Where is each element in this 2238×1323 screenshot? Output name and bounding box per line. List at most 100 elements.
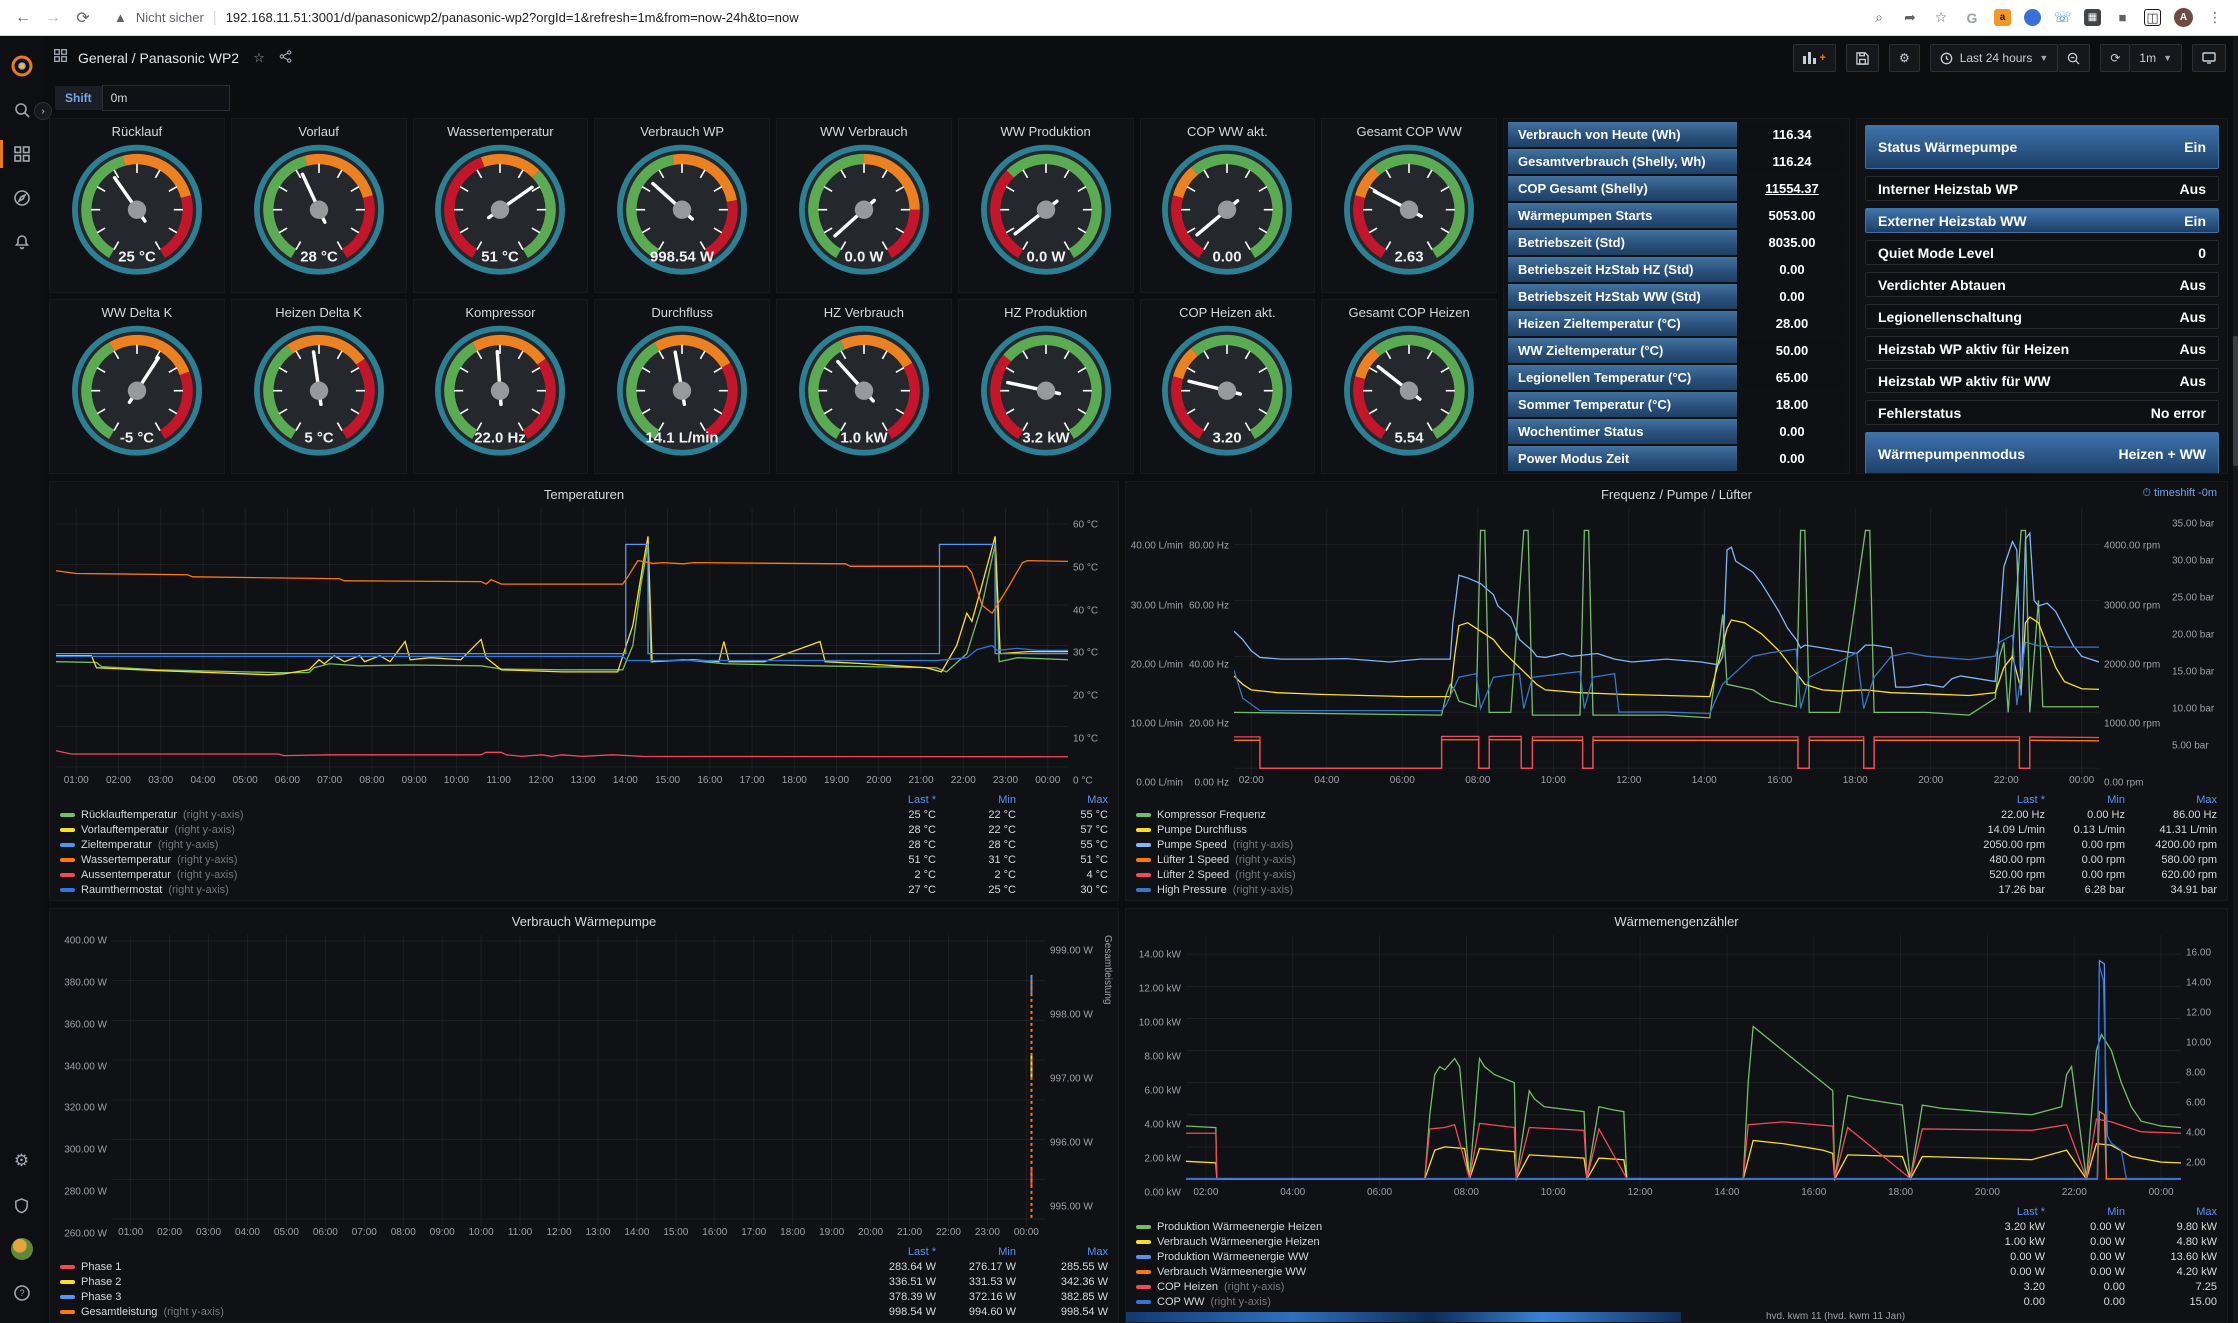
sidebar-expand-arrow[interactable]: › [34,102,52,120]
legend-series-name[interactable]: High Pressure (right y-axis) [1136,884,1933,896]
gauge-title[interactable]: HZ Produktion [1004,305,1087,320]
gauge-title[interactable]: Gesamt COP Heizen [1349,305,1470,320]
legend-series-name[interactable]: Lüfter 1 Speed (right y-axis) [1136,854,1933,866]
legend-series-name[interactable]: Lüfter 2 Speed (right y-axis) [1136,869,1933,881]
stat-value[interactable]: 11554.37 [1739,176,1845,201]
panel-title[interactable]: Frequenz / Pumpe / Lüfter [1601,487,1752,502]
time-range-picker[interactable]: Last 24 hours ▼ [1930,44,2059,72]
search-page-icon[interactable]: ⌕ [1870,9,1888,27]
address-bar[interactable]: ▲ Nicht sicher | 192.168.11.51:3001/d/pa… [100,4,1866,32]
gauge-title[interactable]: WW Produktion [1000,124,1090,139]
panel-title[interactable]: Wärmemengenzähler [1614,914,1738,929]
blue-extension-icon[interactable] [2024,9,2041,26]
chart-canvas[interactable] [56,508,1068,775]
legend-series-name[interactable]: Phase 1 [60,1261,824,1273]
legend-series-name[interactable]: Raumthermostat (right y-axis) [60,884,824,896]
back-button[interactable]: ← [10,5,36,31]
zoom-out-time-button[interactable] [2058,44,2090,72]
refresh-interval-dropdown[interactable]: 1m ▼ [2130,44,2182,72]
save-dashboard-button[interactable] [1846,44,1879,72]
legend-series-name[interactable]: Wassertemperatur (right y-axis) [60,854,824,866]
sidebar-user-avatar[interactable] [0,1227,43,1271]
favorite-star-icon[interactable]: ☆ [253,50,265,66]
legend-series-name[interactable]: Kompressor Frequenz [1136,809,1933,821]
sidebar-item-help[interactable]: ? [0,1271,43,1315]
share-dashboard-icon[interactable] [279,50,292,66]
legend-header-cell[interactable]: Max [1016,794,1108,806]
legend-series-name[interactable]: Verbrauch Wärmeenergie WW [1136,1266,1933,1278]
dashboard-settings-button[interactable]: ⚙ [1889,44,1920,72]
google-extension-icon[interactable]: G [1963,9,1981,27]
chart-canvas[interactable] [112,935,1045,1227]
gauge-title[interactable]: COP WW akt. [1187,124,1268,139]
legend-series-name[interactable]: Pumpe Speed (right y-axis) [1136,839,1933,851]
legend-header-cell[interactable]: Min [936,794,1016,806]
legend-series-name[interactable]: Produktion Wärmeenergie WW [1136,1251,1933,1263]
qr-extension-icon[interactable]: ▦ [2084,9,2101,26]
breadcrumb[interactable]: General / Panasonic WP2 [78,50,239,66]
chart-canvas[interactable] [1186,935,2181,1187]
browser-profile-avatar[interactable]: A [2174,8,2193,27]
gauge-title[interactable]: COP Heizen akt. [1179,305,1276,320]
legend-header-cell[interactable]: Min [2045,1206,2125,1218]
legend-series-name[interactable]: Zieltemperatur (right y-axis) [60,839,824,851]
legend-series-name[interactable]: COP WW (right y-axis) [1136,1296,1933,1308]
legend-header-cell[interactable]: Last * [824,1246,936,1258]
legend-series-name[interactable]: Produktion Wärmeenergie Heizen [1136,1221,1933,1233]
gauge-title[interactable]: Gesamt COP WW [1357,124,1462,139]
add-panel-button[interactable]: + [1793,44,1836,72]
panel-title[interactable]: Verbrauch Wärmepumpe [512,914,657,929]
extensions-puzzle-icon[interactable]: ■ [2114,9,2131,26]
legend-header-cell[interactable]: Max [1016,1246,1108,1258]
legend-series-name[interactable]: Phase 2 [60,1276,824,1288]
sidebar-item-configuration[interactable]: ⚙ [0,1139,43,1183]
gauge-title[interactable]: Durchfluss [651,305,712,320]
url-text[interactable]: 192.168.11.51:3001/d/panasonicwp2/panaso… [226,10,799,25]
gauge-title[interactable]: Rücklauf [112,124,163,139]
legend-series-name[interactable]: COP Heizen (right y-axis) [1136,1281,1933,1293]
sidebar-item-explore[interactable] [0,176,43,220]
amazon-extension-icon[interactable]: a [1994,9,2011,26]
legend-header-cell[interactable]: Last * [1933,794,2045,806]
reload-button[interactable]: ⟳ [70,5,96,31]
legend-series-name[interactable]: Vorlauftemperatur (right y-axis) [60,824,824,836]
phone-extension-icon[interactable]: ☏ [2054,9,2071,26]
gauge-title[interactable]: WW Verbrauch [820,124,907,139]
page-scrollbar-thumb[interactable] [2233,336,2238,466]
panel-title[interactable]: Temperaturen [544,487,624,502]
gauge-title[interactable]: Kompressor [465,305,535,320]
gauge-title[interactable]: Verbrauch WP [640,124,724,139]
legend-header-cell[interactable]: Last * [824,794,936,806]
shift-variable-input[interactable] [102,85,230,111]
bookmark-star-icon[interactable]: ☆ [1932,9,1950,27]
gauge-title[interactable]: Wassertemperatur [447,124,553,139]
gauge-title[interactable]: WW Delta K [101,305,172,320]
sidebar-item-server-admin[interactable] [0,1183,43,1227]
gauge-title[interactable]: HZ Verbrauch [824,305,904,320]
legend-series-name[interactable]: Verbrauch Wärmeenergie Heizen [1136,1236,1933,1248]
legend-header-cell[interactable]: Min [936,1246,1016,1258]
legend-header-cell[interactable]: Min [2045,794,2125,806]
legend-header-cell[interactable]: Max [2125,1206,2217,1218]
sidebar-item-dashboards[interactable] [0,132,43,176]
refresh-button[interactable]: ⟳ [2100,44,2130,72]
share-page-icon[interactable]: ➦ [1901,9,1919,27]
legend-series-name[interactable]: Gesamtleistung (right y-axis) [60,1306,824,1318]
kiosk-mode-button[interactable] [2192,44,2226,72]
gauge-title[interactable]: Vorlauf [298,124,338,139]
legend-header-cell[interactable]: Last * [1933,1206,2045,1218]
sidebar-item-alerting[interactable] [0,220,43,264]
chart-canvas[interactable] [1234,508,2099,775]
side-panel-icon[interactable]: ◫ [2144,9,2161,26]
legend-series-name[interactable]: Rücklauftemperatur (right y-axis) [60,809,824,821]
grafana-logo[interactable] [0,44,43,88]
browser-menu-icon[interactable]: ⋮ [2206,9,2224,27]
legend-series-name[interactable]: Pumpe Durchfluss [1136,824,1933,836]
legend-series-name[interactable]: Aussentemperatur (right y-axis) [60,869,824,881]
forward-button[interactable]: → [40,5,66,31]
page-scrollbar[interactable] [2233,36,2238,1323]
timeshift-tag[interactable]: ⏱ timeshift -0m [2142,487,2217,500]
legend-series-name[interactable]: Phase 3 [60,1291,824,1303]
gauge-title[interactable]: Heizen Delta K [275,305,362,320]
legend-header-cell[interactable]: Max [2125,794,2217,806]
